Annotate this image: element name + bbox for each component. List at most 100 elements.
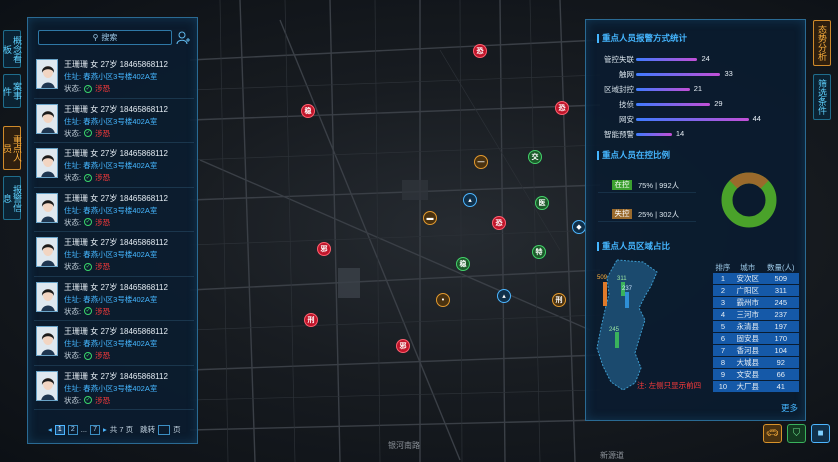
check-icon: ✓: [84, 129, 93, 137]
search-input[interactable]: ⚲ 搜索: [38, 30, 172, 45]
person-status: 状态: ✓ 涉恐: [64, 306, 110, 317]
hospital-marker[interactable]: —: [474, 155, 488, 169]
shield-icon: ⛉: [792, 428, 801, 439]
special-marker[interactable]: 特: [532, 245, 546, 259]
person-status: 状态: ✓ 涉恐: [64, 128, 110, 139]
lost-control-tag: 失控: [612, 209, 632, 219]
table-row[interactable]: 8 大城县 92: [713, 356, 799, 369]
table-row[interactable]: 1 安次区 509: [713, 273, 799, 285]
table-cell: 三河市: [732, 308, 763, 321]
table-cell: 3: [713, 296, 733, 309]
table-cell: 66: [762, 368, 799, 381]
region-map: 509 311 237 245: [596, 259, 658, 391]
person-address: 住址: 春燕小区3号楼402A室: [64, 161, 158, 170]
table-row[interactable]: 5 永清县 197: [713, 320, 799, 333]
status-label: 状态:: [64, 351, 82, 360]
network-marker[interactable]: ◆: [572, 220, 586, 234]
more-link[interactable]: 更多: [781, 402, 798, 414]
nav-tab-alarms[interactable]: 报警信息: [2, 176, 22, 220]
status-tag: 涉恐: [95, 306, 111, 316]
tab-situation-analysis[interactable]: 态势分析: [813, 20, 831, 66]
bar-value: 29: [714, 99, 723, 108]
search-icon: ⚲: [92, 33, 99, 42]
page-button[interactable]: 7: [90, 424, 101, 435]
map-value-label: 509: [597, 275, 608, 281]
nav-tab-key-persons[interactable]: 重点人员: [2, 126, 22, 170]
avatar: [36, 103, 58, 134]
alert-marker[interactable]: 恐: [555, 101, 569, 115]
next-page-icon[interactable]: ▸: [103, 425, 107, 434]
status-tag: 涉恐: [95, 262, 111, 271]
alert-marker[interactable]: 邪: [317, 242, 331, 256]
table-cell: 7: [713, 344, 733, 357]
layer-tool-button[interactable]: ⛉: [787, 424, 806, 443]
check-icon: ✓: [84, 396, 93, 404]
table-row[interactable]: 9 文安县 66: [713, 368, 799, 381]
table-row[interactable]: 2 广阳区 311: [713, 284, 799, 297]
table-row[interactable]: 6 固安县 170: [713, 332, 799, 345]
bar-row: 技侦 29: [586, 99, 806, 109]
layer-tool-button[interactable]: 🚗︎: [763, 424, 782, 443]
table-cell: 170: [762, 332, 799, 345]
table-cell: 2: [713, 284, 733, 297]
police-car-marker[interactable]: ▴: [497, 289, 511, 303]
person-status: 状态: ✓ 涉恐: [64, 395, 110, 406]
pagination: ◂ 1 2 ... 7 ▸ 共 7 页 跳转 页: [48, 424, 181, 435]
nav-tab-cases[interactable]: 案事件: [2, 74, 22, 108]
police-marker[interactable]: ▬: [423, 211, 437, 225]
person-list-item[interactable]: 王珊珊 女 27岁 18465868112 住址: 春燕小区3号楼402A室 状态:…: [34, 54, 194, 99]
stable-marker[interactable]: 稳: [456, 257, 470, 271]
person-list-item[interactable]: 王珊珊 女 27岁 18465868112 住址: 春燕小区3号楼402A室 状态:…: [34, 366, 194, 410]
prev-page-icon[interactable]: ◂: [48, 425, 52, 434]
tab-filter[interactable]: 筛选条件: [813, 74, 831, 120]
bar-label: 管控失联: [604, 55, 634, 64]
check-icon: ✓: [84, 218, 93, 226]
police-car-marker[interactable]: ▴: [463, 193, 477, 207]
special-marker[interactable]: 医: [535, 196, 549, 210]
map-value-label: 237: [622, 286, 633, 292]
person-list-item[interactable]: 王珊珊 女 27岁 18465868112 住址: 春燕小区3号楼402A室 状态:…: [34, 277, 194, 321]
check-icon: ✓: [84, 351, 93, 360]
page-button[interactable]: 2: [67, 424, 78, 435]
alert-marker[interactable]: 刑: [304, 313, 318, 327]
layer-tool-button[interactable]: ■: [811, 424, 830, 443]
person-list-item[interactable]: 王珊珊 女 27岁 18465868112 住址: 春燕小区3号楼402A室 状态:…: [34, 99, 194, 143]
search-placeholder: 搜索: [101, 33, 118, 42]
page-button[interactable]: 1: [54, 424, 65, 435]
alert-marker[interactable]: 恐: [492, 216, 506, 230]
person-basic-info: 王珊珊 女 27岁 18465868112: [64, 371, 168, 381]
table-row[interactable]: 4 三河市 237: [713, 308, 799, 321]
screen: 银河南路 新源道 恐 稳 恐 交 — 医 恐 特 稳 邪 ▬ ▴ ▴ • 刑 刑…: [0, 0, 838, 462]
table-cell: 237: [762, 308, 799, 321]
traffic-marker[interactable]: 交: [528, 150, 542, 164]
status-tag: 涉恐: [95, 128, 111, 138]
alert-marker[interactable]: 稳: [301, 104, 315, 118]
criminal-marker[interactable]: 刑: [552, 293, 566, 307]
tab-label: 态势分析: [817, 25, 827, 61]
alert-marker[interactable]: 邪: [396, 339, 410, 353]
table-row[interactable]: 7 香河县 104: [713, 344, 799, 357]
fire-marker[interactable]: •: [436, 293, 450, 307]
region-table: 排序 城市 数量(人) 1 安次区 509 2 广阳区 311 3 霸州市 245 4 三河市 237…: [713, 262, 799, 393]
nav-tab-label: 案事件: [2, 82, 22, 100]
table-cell: 4: [713, 308, 733, 321]
map-value-label: 311: [617, 276, 627, 282]
status-tag: 涉恐: [95, 173, 111, 182]
nav-tab-overview[interactable]: 概念看板: [2, 30, 22, 68]
add-user-icon[interactable]: [176, 31, 190, 45]
person-list-item[interactable]: 王珊珊 女 27岁 18465868112 住址: 春燕小区3号楼402A室 状态:…: [34, 143, 194, 188]
person-list-item[interactable]: 王珊珊 女 27岁 18465868112 住址: 春燕小区3号楼402A室 状态:…: [34, 188, 194, 232]
person-list-item[interactable]: 王珊珊 女 27岁 18465868112 住址: 春燕小区3号楼402A室 状态:…: [34, 321, 194, 366]
table-row[interactable]: 10 大厂县 41: [713, 380, 799, 393]
avatar: [36, 148, 58, 178]
jump-input[interactable]: [158, 424, 171, 435]
table-cell: 永清县: [732, 320, 763, 333]
bar-label: 触网: [619, 70, 634, 79]
person-address: 住址: 春燕小区3号楼402A室: [64, 72, 158, 81]
alert-marker[interactable]: 恐: [473, 44, 487, 58]
person-list-item[interactable]: 王珊珊 女 27岁 18465868112 住址: 春燕小区3号楼402A室 状态:…: [34, 232, 194, 277]
control-donut-chart: [721, 172, 777, 228]
table-cell: 311: [762, 284, 799, 297]
table-row[interactable]: 3 霸州市 245: [713, 296, 799, 309]
person-basic-info: 王珊珊 女 27岁 18465868112: [64, 327, 168, 336]
